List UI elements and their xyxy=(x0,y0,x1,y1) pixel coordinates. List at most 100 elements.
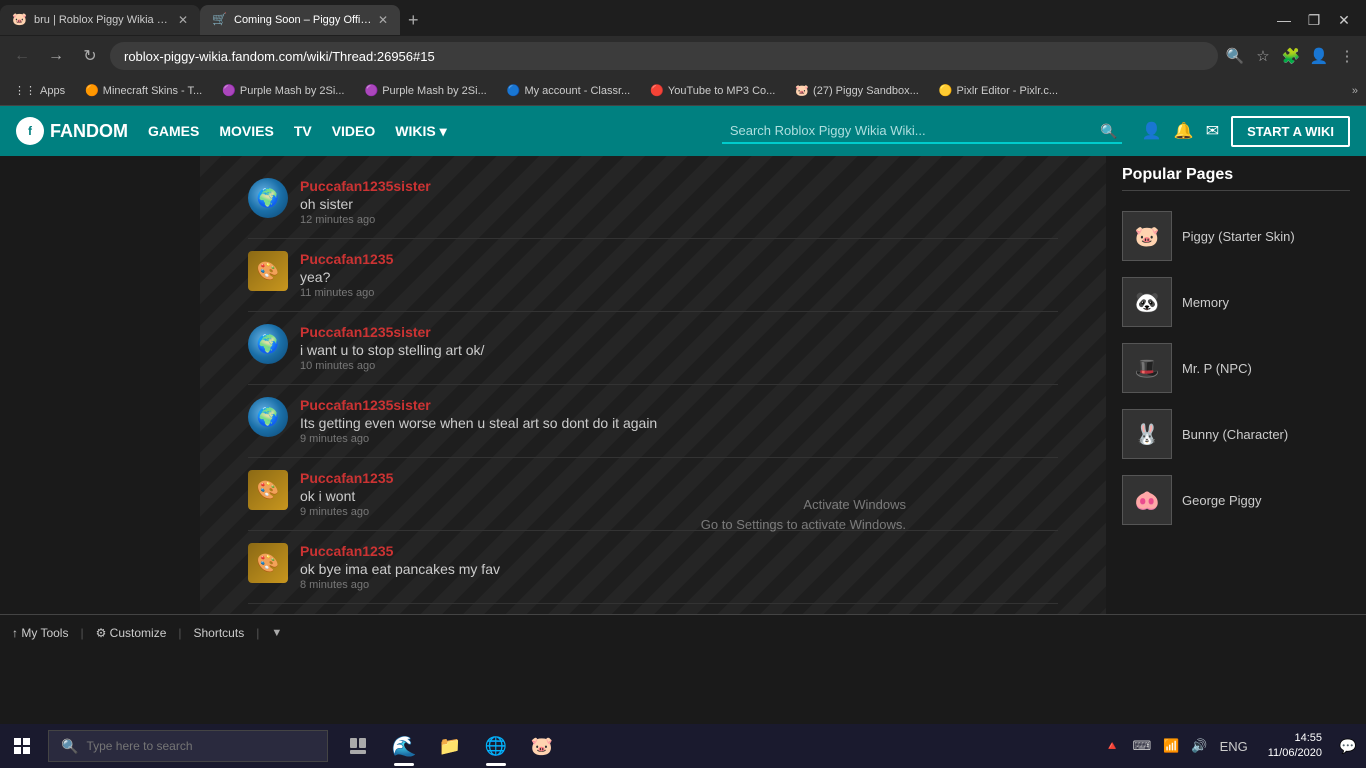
profile-icon[interactable]: 👤 xyxy=(1308,45,1330,67)
username-3[interactable]: Puccafan1235sister xyxy=(300,324,1058,340)
my-tools-button[interactable]: ↑ My Tools xyxy=(12,626,68,640)
forward-button[interactable]: → xyxy=(42,42,70,70)
shortcuts-button[interactable]: Shortcuts xyxy=(194,626,245,640)
chat-time-1: 12 minutes ago xyxy=(300,214,1058,226)
bookmarks-bar: ⋮⋮ Apps 🟠 Minecraft Skins - T... 🟣 Purpl… xyxy=(0,76,1366,106)
youtube-label: YouTube to MP3 Co... xyxy=(668,85,775,97)
more-bookmarks-button[interactable]: » xyxy=(1352,85,1358,97)
tab-2[interactable]: 🛒 Coming Soon – Piggy Official Sto... ✕ xyxy=(200,5,400,35)
popular-page-bunny[interactable]: 🐰 Bunny (Character) xyxy=(1122,401,1350,467)
toolbar-more-button[interactable]: ▼ xyxy=(271,627,282,639)
network-wifi-icon[interactable]: 📶 xyxy=(1159,736,1183,756)
close-button[interactable]: ✕ xyxy=(1330,6,1358,34)
popular-page-mrp-name: Mr. P (NPC) xyxy=(1182,361,1252,376)
username-1[interactable]: Puccafan1235sister xyxy=(300,178,1058,194)
star-icon[interactable]: ☆ xyxy=(1252,45,1274,67)
back-button[interactable]: ← xyxy=(8,42,36,70)
fandom-user-button[interactable]: 👤 xyxy=(1142,121,1162,141)
bookmark-minecraft[interactable]: 🟠 Minecraft Skins - T... xyxy=(79,82,208,99)
maximize-button[interactable]: ❐ xyxy=(1300,6,1328,34)
popular-page-george[interactable]: 🐽 George Piggy xyxy=(1122,467,1350,533)
language-label[interactable]: ENG xyxy=(1216,737,1252,756)
edge-taskbar-icon[interactable]: 🌊 xyxy=(382,724,426,768)
avatar-6: 🎨 xyxy=(248,543,288,583)
popular-page-memory[interactable]: 🐼 Memory xyxy=(1122,269,1350,335)
popular-page-george-name: George Piggy xyxy=(1182,493,1262,508)
bookmark-purplemash1[interactable]: 🟣 Purple Mash by 2Si... xyxy=(216,82,350,99)
reload-button[interactable]: ↻ xyxy=(76,42,104,70)
minecraft-label: Minecraft Skins - T... xyxy=(103,85,202,97)
nav-games[interactable]: GAMES xyxy=(148,123,199,140)
popular-page-memory-thumb: 🐼 xyxy=(1122,277,1172,327)
username-2[interactable]: Puccafan1235 xyxy=(300,251,1058,267)
fandom-nav: GAMES MOVIES TV VIDEO WIKIS ▾ xyxy=(148,123,447,140)
tab-1-close[interactable]: ✕ xyxy=(178,13,188,27)
avatar-4: 🌍 xyxy=(248,397,288,437)
right-sidebar: Popular Pages 🐷 Piggy (Starter Skin) 🐼 M… xyxy=(1106,156,1366,614)
nav-wikis[interactable]: WIKIS ▾ xyxy=(395,123,446,140)
username-4[interactable]: Puccafan1235sister xyxy=(300,397,1058,413)
chat-body-1: Puccafan1235sister oh sister 12 minutes … xyxy=(300,178,1058,226)
menu-icon[interactable]: ⋮ xyxy=(1336,45,1358,67)
popular-page-mrp[interactable]: 🎩 Mr. P (NPC) xyxy=(1122,335,1350,401)
notification-center-button[interactable]: 💬 xyxy=(1330,724,1366,768)
fandom-bell-button[interactable]: 🔔 xyxy=(1174,121,1194,141)
chat-message-2: 🎨 Puccafan1235 yea? 11 minutes ago xyxy=(248,239,1058,312)
taskview-button[interactable] xyxy=(336,724,380,768)
file-explorer-taskbar-icon[interactable]: 📁 xyxy=(428,724,472,768)
bookmark-purplemash2[interactable]: 🟣 Purple Mash by 2Si... xyxy=(358,82,492,99)
classroom-favicon: 🔵 xyxy=(507,84,521,97)
customize-button[interactable]: ⚙ Customize xyxy=(96,626,167,640)
popular-page-bunny-thumb: 🐰 xyxy=(1122,409,1172,459)
keyboard-tray-icon[interactable]: ⌨ xyxy=(1128,736,1155,756)
tab-1[interactable]: 🐷 bru | Roblox Piggy Wikia Wiki | F... ✕ xyxy=(0,5,200,35)
minimize-button[interactable]: — xyxy=(1270,6,1298,34)
piggy-taskbar-icon[interactable]: 🐷 xyxy=(520,724,564,768)
volume-icon[interactable]: 🔊 xyxy=(1187,736,1211,756)
fandom-search-input[interactable] xyxy=(722,119,1122,144)
purplemash1-label: Purple Mash by 2Si... xyxy=(240,85,345,97)
pixlr-label: Pixlr Editor - Pixlr.c... xyxy=(957,85,1058,97)
nav-video[interactable]: VIDEO xyxy=(332,123,376,140)
start-wiki-button[interactable]: START A WIKI xyxy=(1231,116,1350,147)
popular-page-bunny-name: Bunny (Character) xyxy=(1182,427,1288,442)
search-icon[interactable]: 🔍 xyxy=(1224,45,1246,67)
extensions-icon[interactable]: 🧩 xyxy=(1280,45,1302,67)
chat-message-6: 🎨 Puccafan1235 ok bye ima eat pancakes m… xyxy=(248,531,1058,604)
bookmark-apps[interactable]: ⋮⋮ Apps xyxy=(8,82,71,99)
new-tab-button[interactable]: + xyxy=(400,10,427,31)
popular-page-piggy[interactable]: 🐷 Piggy (Starter Skin) xyxy=(1122,203,1350,269)
bookmark-piggy[interactable]: 🐷 (27) Piggy Sandbox... xyxy=(789,82,925,99)
bookmark-pixlr[interactable]: 🟡 Pixlr Editor - Pixlr.c... xyxy=(933,82,1064,99)
nav-movies[interactable]: MOVIES xyxy=(219,123,273,140)
chat-message-1: 🌍 Puccafan1235sister oh sister 12 minute… xyxy=(248,166,1058,239)
taskbar-search-box[interactable]: 🔍 xyxy=(48,730,328,762)
taskbar-icons: 🌊 📁 🌐 🐷 xyxy=(332,724,568,768)
nav-tv[interactable]: TV xyxy=(294,123,312,140)
username-6[interactable]: Puccafan1235 xyxy=(300,543,1058,559)
taskbar-clock[interactable]: 14:55 11/06/2020 xyxy=(1260,731,1330,762)
toolbar-sep-2: | xyxy=(178,626,181,640)
tab-2-close[interactable]: ✕ xyxy=(378,13,388,27)
chat-container: 🌍 Puccafan1235sister oh sister 12 minute… xyxy=(228,156,1078,614)
bookmark-classroom[interactable]: 🔵 My account - Classr... xyxy=(501,82,636,99)
avatar-2: 🎨 xyxy=(248,251,288,291)
chrome-taskbar-icon[interactable]: 🌐 xyxy=(474,724,518,768)
fandom-logo[interactable]: f FANDOM xyxy=(16,117,128,145)
popular-page-mrp-thumb: 🎩 xyxy=(1122,343,1172,393)
chat-body-4: Puccafan1235sister Its getting even wors… xyxy=(300,397,1058,445)
fandom-mail-button[interactable]: ✉ xyxy=(1206,121,1219,141)
network-tray-icon[interactable]: 🔺 xyxy=(1100,736,1124,756)
browser-chrome: 🐷 bru | Roblox Piggy Wikia Wiki | F... ✕… xyxy=(0,0,1366,106)
purplemash2-favicon: 🟣 xyxy=(364,84,378,97)
start-button[interactable] xyxy=(0,724,44,768)
tab-2-title: Coming Soon – Piggy Official Sto... xyxy=(234,14,372,26)
username-5[interactable]: Puccafan1235 xyxy=(300,470,1058,486)
address-input[interactable] xyxy=(110,42,1218,70)
fandom-search: 🔍 xyxy=(722,119,1122,144)
taskbar-search-input[interactable] xyxy=(86,739,315,753)
chat-time-4: 9 minutes ago xyxy=(300,433,1058,445)
purplemash1-favicon: 🟣 xyxy=(222,84,236,97)
bookmark-youtube[interactable]: 🔴 YouTube to MP3 Co... xyxy=(644,82,781,99)
taskbar-time: 14:55 xyxy=(1268,731,1322,746)
